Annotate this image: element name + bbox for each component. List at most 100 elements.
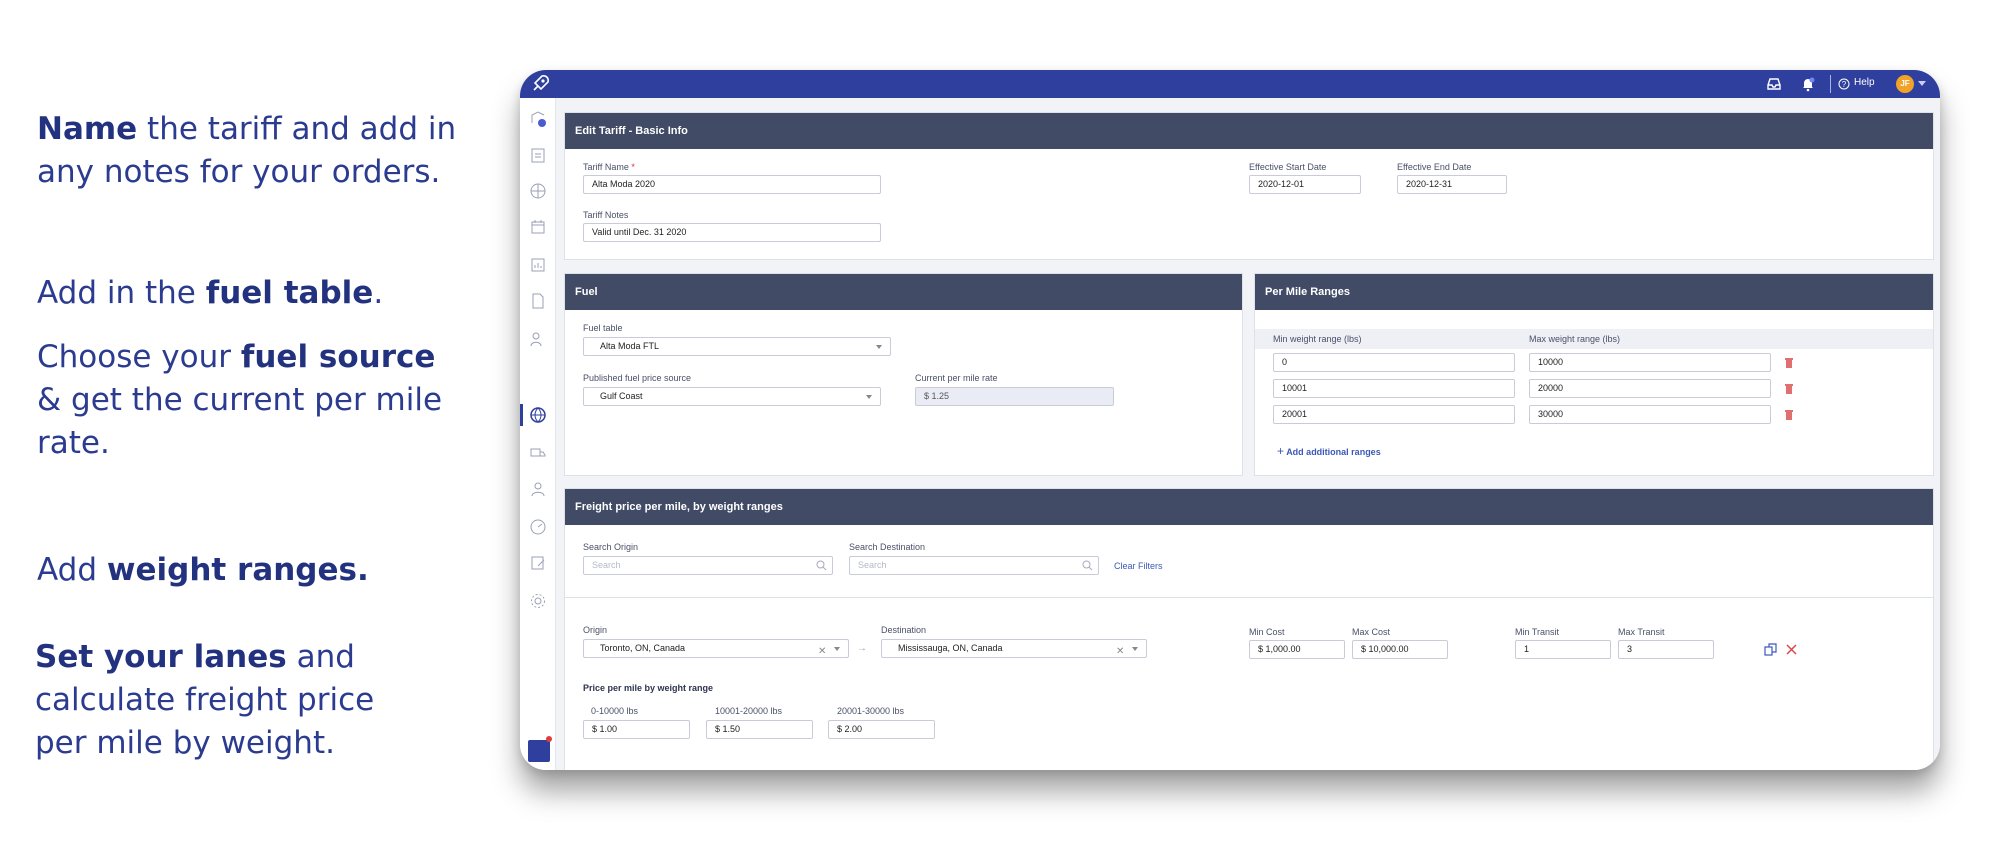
price-input[interactable]: $ 2.00 <box>828 720 935 739</box>
destination-label: Destination <box>881 625 927 635</box>
dashboard-icon[interactable] <box>529 518 547 536</box>
basic-info-panel: Edit Tariff - Basic Info Tariff Name * A… <box>564 112 1934 260</box>
topbar-separator <box>1830 75 1831 93</box>
search-destination-label: Search Destination <box>849 542 926 552</box>
annotation-weight-ranges: Add weight ranges. <box>37 552 369 588</box>
search-origin-input[interactable]: Search <box>583 556 833 575</box>
users-icon[interactable] <box>529 330 547 348</box>
search-icon <box>1082 560 1093 571</box>
min-cost-label: Min Cost <box>1249 627 1285 637</box>
min-weight-input[interactable]: 20001 <box>1273 405 1515 424</box>
annotation-fuel-source: Choose your fuel source & get the curren… <box>37 339 443 461</box>
annotation-fuel-table: Add in the fuel table. <box>37 275 384 311</box>
arrow-right-icon: → <box>857 643 867 654</box>
trash-icon[interactable] <box>1785 358 1793 368</box>
close-icon[interactable]: ✕ <box>818 643 826 660</box>
clipboard-icon[interactable] <box>529 146 547 164</box>
price-range-label: 20001-30000 lbs <box>837 706 905 716</box>
chevron-down-icon[interactable] <box>1132 647 1138 651</box>
min-transit-label: Min Transit <box>1515 627 1560 637</box>
origin-select[interactable]: Toronto, ON, Canada ✕ <box>583 639 849 658</box>
freight-panel: Freight price per mile, by weight ranges… <box>564 488 1934 770</box>
trash-icon[interactable] <box>1785 410 1793 420</box>
max-weight-input[interactable]: 20000 <box>1529 379 1771 398</box>
chevron-down-icon <box>866 395 872 399</box>
main-content: Edit Tariff - Basic Info Tariff Name * A… <box>556 98 1940 770</box>
inbox-icon[interactable] <box>1766 76 1782 92</box>
app-switcher-icon[interactable] <box>528 740 550 762</box>
fuel-panel: Fuel Fuel table Alta Moda FTL Published … <box>564 273 1243 476</box>
svg-text:?: ? <box>1842 80 1847 89</box>
freight-title: Freight price per mile, by weight ranges <box>565 489 1933 525</box>
truck-icon[interactable] <box>529 444 547 462</box>
search-destination-input[interactable]: Search <box>849 556 1099 575</box>
per-mile-ranges-title: Per Mile Ranges <box>1255 274 1933 310</box>
destination-select[interactable]: Mississauga, ON, Canada ✕ <box>881 639 1147 658</box>
top-bar: ? Help JF <box>520 70 1940 98</box>
fuel-table-select[interactable]: Alta Moda FTL <box>583 337 891 356</box>
annotation-name: Name the tariff and add in any notes for… <box>37 111 457 190</box>
help-icon[interactable]: ? <box>1838 78 1850 90</box>
help-link[interactable]: Help <box>1854 77 1875 88</box>
max-weight-input[interactable]: 30000 <box>1529 405 1771 424</box>
search-icon <box>816 560 827 571</box>
chart-icon[interactable] <box>529 256 547 274</box>
max-weight-input[interactable]: 10000 <box>1529 353 1771 372</box>
effective-end-input[interactable]: 2020-12-31 <box>1397 175 1507 194</box>
sidebar-active-indicator <box>520 404 523 426</box>
fuel-title: Fuel <box>565 274 1242 310</box>
effective-end-label: Effective End Date <box>1397 162 1472 172</box>
shipments-icon[interactable] <box>529 110 547 128</box>
copy-icon[interactable] <box>1764 643 1777 656</box>
max-cost-input[interactable]: $ 10,000.00 <box>1352 640 1448 659</box>
chevron-down-icon[interactable] <box>1918 81 1926 86</box>
per-mile-rate-label: Current per mile rate <box>915 373 998 383</box>
edit-icon[interactable] <box>529 554 547 572</box>
calendar-icon[interactable] <box>529 218 547 236</box>
fuel-source-select[interactable]: Gulf Coast <box>583 387 881 406</box>
max-transit-input[interactable]: 3 <box>1618 640 1714 659</box>
clear-filters-link[interactable]: Clear Filters <box>1114 561 1163 571</box>
tariff-name-label: Tariff Name * <box>583 162 635 172</box>
add-ranges-button[interactable]: + Add additional ranges <box>1277 444 1381 458</box>
rocket-logo-icon[interactable] <box>528 72 552 96</box>
document-icon[interactable] <box>529 292 547 310</box>
max-transit-label: Max Transit <box>1618 627 1665 637</box>
chevron-down-icon[interactable] <box>834 647 840 651</box>
page: Name the tariff and add in any notes for… <box>0 0 2000 842</box>
trash-icon[interactable] <box>1785 384 1793 394</box>
fuel-table-label: Fuel table <box>583 323 623 333</box>
user-avatar[interactable]: JF <box>1896 75 1914 93</box>
origin-label: Origin <box>583 625 608 635</box>
basic-info-title: Edit Tariff - Basic Info <box>565 113 1933 149</box>
effective-start-input[interactable]: 2020-12-01 <box>1249 175 1361 194</box>
min-weight-input[interactable]: 10001 <box>1273 379 1515 398</box>
min-transit-input[interactable]: 1 <box>1515 640 1611 659</box>
close-icon[interactable]: ✕ <box>1116 643 1124 660</box>
sidebar <box>520 98 556 770</box>
alert-dot <box>546 736 552 742</box>
min-cost-input[interactable]: $ 1,000.00 <box>1249 640 1345 659</box>
tariff-notes-input[interactable]: Valid until Dec. 31 2020 <box>583 223 881 242</box>
price-range-label: 10001-20000 lbs <box>715 706 783 716</box>
chevron-down-icon <box>876 345 882 349</box>
globe-icon[interactable] <box>529 182 547 200</box>
price-input[interactable]: $ 1.50 <box>706 720 813 739</box>
max-weight-header: Max weight range (lbs) <box>1529 334 1621 344</box>
tariffs-globe-icon[interactable] <box>529 406 547 424</box>
annotation-lanes: Set your lanes and calculate freight pri… <box>35 639 375 761</box>
tariff-name-input[interactable]: Alta Moda 2020 <box>583 175 881 194</box>
fuel-source-label: Published fuel price source <box>583 373 692 383</box>
min-weight-input[interactable]: 0 <box>1273 353 1515 372</box>
driver-icon[interactable] <box>529 480 547 498</box>
delete-icon[interactable] <box>1786 644 1797 655</box>
notifications-icon[interactable] <box>1800 76 1816 92</box>
price-input[interactable]: $ 1.00 <box>583 720 690 739</box>
app-window: ? Help JF Edit Tariff - Basic Info Tarif… <box>520 70 1940 770</box>
min-weight-header: Min weight range (lbs) <box>1273 334 1362 344</box>
plus-icon: + <box>1277 444 1285 458</box>
effective-start-label: Effective Start Date <box>1249 162 1327 172</box>
freight-divider <box>565 597 1933 598</box>
price-per-mile-heading: Price per mile by weight range <box>583 683 714 693</box>
gear-icon[interactable] <box>529 592 547 610</box>
